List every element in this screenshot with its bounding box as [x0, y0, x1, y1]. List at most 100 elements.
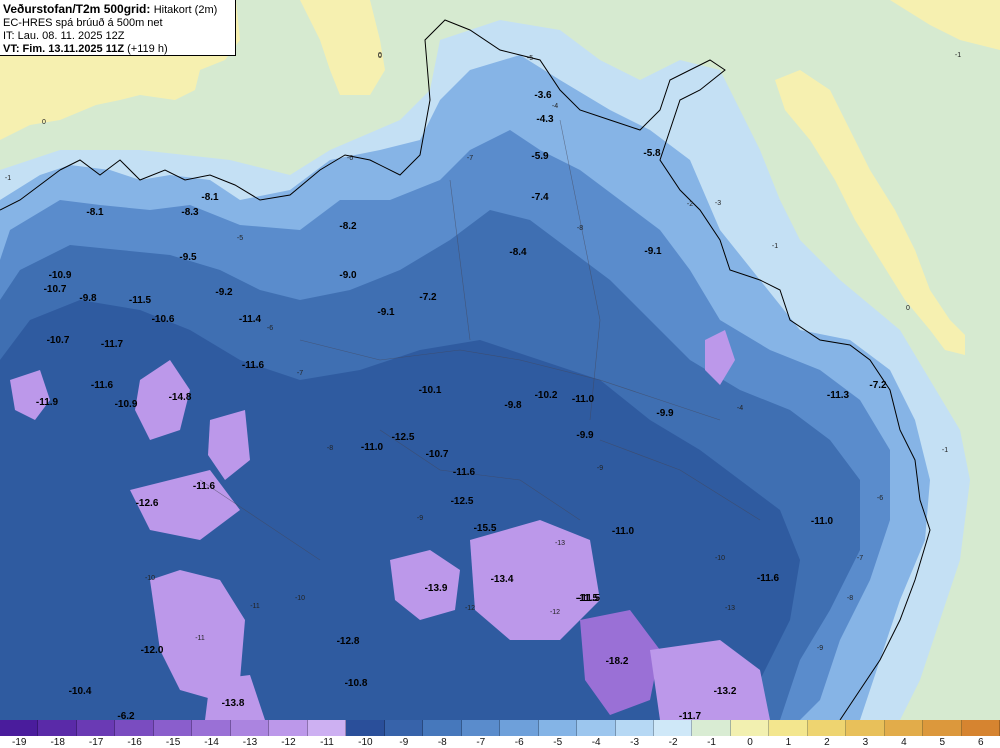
- legend-swatch: [0, 720, 39, 736]
- contour-label: -10: [715, 555, 725, 562]
- contour-label: -6: [347, 155, 353, 162]
- legend-tick-label: -6: [514, 737, 524, 748]
- contour-label: -5: [527, 55, 533, 62]
- legend-tick-label: -17: [88, 737, 104, 748]
- legend-swatch: [76, 720, 116, 736]
- temperature-map: 0 0 0 -1 -1 -1 0 -1 -2 -3 -4 -5 -6 -7 -8 -9 -10 -11 -12 -13…: [0, 0, 1000, 722]
- temperature-value-label: -11.5: [576, 593, 599, 604]
- valid-time-bold: VT: Fim. 13.11.2025 11Z: [3, 43, 125, 55]
- temperature-value-label: -13.8: [222, 698, 245, 709]
- temperature-value-label: -8.3: [181, 207, 199, 218]
- legend-tick-label: -8: [437, 737, 447, 748]
- temperature-value-label: -12.0: [141, 645, 164, 656]
- contour-label: -10: [295, 595, 305, 602]
- legend-swatch: [923, 720, 962, 736]
- contour-label: -12: [550, 609, 560, 616]
- legend-swatch: [653, 720, 693, 736]
- contour-label: -7: [297, 370, 303, 377]
- legend-swatch: [346, 720, 385, 736]
- legend-swatch: [461, 720, 501, 736]
- legend-swatch: [423, 720, 462, 736]
- contour-label: -9: [417, 515, 423, 522]
- legend-swatch: [846, 720, 885, 736]
- temperature-value-label: -12.5: [451, 496, 474, 507]
- valid-time-offset: (+119 h): [127, 43, 168, 55]
- legend-swatch: [269, 720, 308, 736]
- temperature-value-label: -11.5: [129, 295, 152, 306]
- contour-label: -8: [327, 445, 333, 452]
- temperature-value-label: -18.2: [606, 656, 629, 667]
- temperature-value-label: -10.6: [152, 314, 175, 325]
- contour-label: -4: [737, 405, 743, 412]
- temperature-value-label: -9.2: [215, 287, 233, 298]
- contour-label: -12: [465, 605, 475, 612]
- color-legend: -19 -18 -17 -16 -15 -14 -13 -12 -11 -10 -9 -8 -7 -6 -5…: [0, 720, 1000, 748]
- legend-swatch: [384, 720, 424, 736]
- temperature-value-label: -12.5: [392, 432, 415, 443]
- temperature-value-label: -10.1: [419, 385, 442, 396]
- temperature-value-label: -9.1: [644, 246, 662, 257]
- legend-swatch: [730, 720, 770, 736]
- temperature-value-label: -12.8: [337, 636, 360, 647]
- temperature-value-label: -9.5: [179, 252, 197, 263]
- temperature-value-label: -8.4: [509, 247, 527, 258]
- contour-label: -4: [552, 103, 558, 110]
- legend-tick-label: 3: [862, 737, 869, 748]
- legend-tick-label: 6: [977, 737, 984, 748]
- temperature-value-label: -9.8: [504, 400, 522, 411]
- temperature-value-label: -6.2: [117, 711, 135, 720]
- contour-label: -6: [877, 495, 883, 502]
- contour-label: -1: [5, 175, 11, 182]
- temperature-value-label: -11.0: [811, 516, 834, 527]
- temperature-value-label: -13.4: [491, 574, 514, 585]
- temperature-value-label: -10.9: [115, 399, 138, 410]
- legend-tick-label: -19: [11, 737, 27, 748]
- temperature-value-label: -5.8: [643, 148, 661, 159]
- legend-tick-label: -5: [553, 737, 563, 748]
- legend-tick-label: -16: [127, 737, 142, 748]
- legend-tick-label: 0: [747, 737, 753, 748]
- legend-swatch: [153, 720, 193, 736]
- contour-label: -7: [857, 555, 863, 562]
- contour-label: -8: [577, 225, 583, 232]
- legend-tick-label: -18: [50, 737, 65, 748]
- temperature-value-label: -10.7: [426, 449, 449, 460]
- title-bold: Veðurstofan/T2m 500grid:: [3, 2, 151, 16]
- header-valid-time: VT: Fim. 13.11.2025 11Z (+119 h): [3, 43, 235, 56]
- legend-tick-label: 2: [824, 737, 830, 748]
- contour-label: -11: [195, 635, 205, 642]
- contour-label: -1: [942, 447, 948, 454]
- legend-tick-label: 5: [939, 737, 946, 748]
- temperature-value-label: -14.8: [169, 392, 192, 403]
- legend-swatch: [500, 720, 539, 736]
- temperature-value-label: -11.6: [242, 360, 265, 371]
- temperature-value-label: -8.1: [201, 192, 219, 203]
- temperature-value-label: -11.4: [239, 314, 262, 325]
- temperature-value-label: -5.9: [531, 151, 549, 162]
- temperature-value-label: -7.4: [531, 192, 549, 203]
- legend-swatch: [538, 720, 578, 736]
- temperature-value-label: -10.7: [44, 284, 67, 295]
- contour-label: -13: [725, 605, 735, 612]
- contour-label: -13: [555, 540, 565, 547]
- temperature-value-label: -11.6: [453, 467, 476, 478]
- legend-swatch: [307, 720, 347, 736]
- temperature-value-label: -13.9: [425, 583, 448, 594]
- map-canvas: 0 0 0 -1 -1 -10 -1 -2 -3 -4 -5 -6 -7 -8 -9 -10 -11 -12 -13…: [0, 0, 1000, 722]
- legend-tick-label: 1: [785, 737, 792, 748]
- contour-label: 0: [378, 53, 382, 60]
- legend-tick-label: -1: [707, 737, 716, 748]
- contour-label: -3: [715, 200, 721, 207]
- contour-label: -11: [250, 603, 260, 610]
- temperature-value-label: -9.9: [656, 408, 674, 419]
- temperature-value-label: -11.0: [572, 394, 595, 405]
- legend-swatch: [692, 720, 731, 736]
- legend-tick-label: -11: [320, 737, 334, 748]
- temperature-value-label: -9.9: [576, 430, 594, 441]
- legend-swatch: [38, 720, 77, 736]
- contour-label: 0: [906, 305, 910, 312]
- legend-swatch: [230, 720, 270, 736]
- temperature-value-label: -15.5: [474, 523, 497, 534]
- temperature-value-label: -11.7: [101, 339, 124, 350]
- contour-label: -1: [772, 243, 778, 250]
